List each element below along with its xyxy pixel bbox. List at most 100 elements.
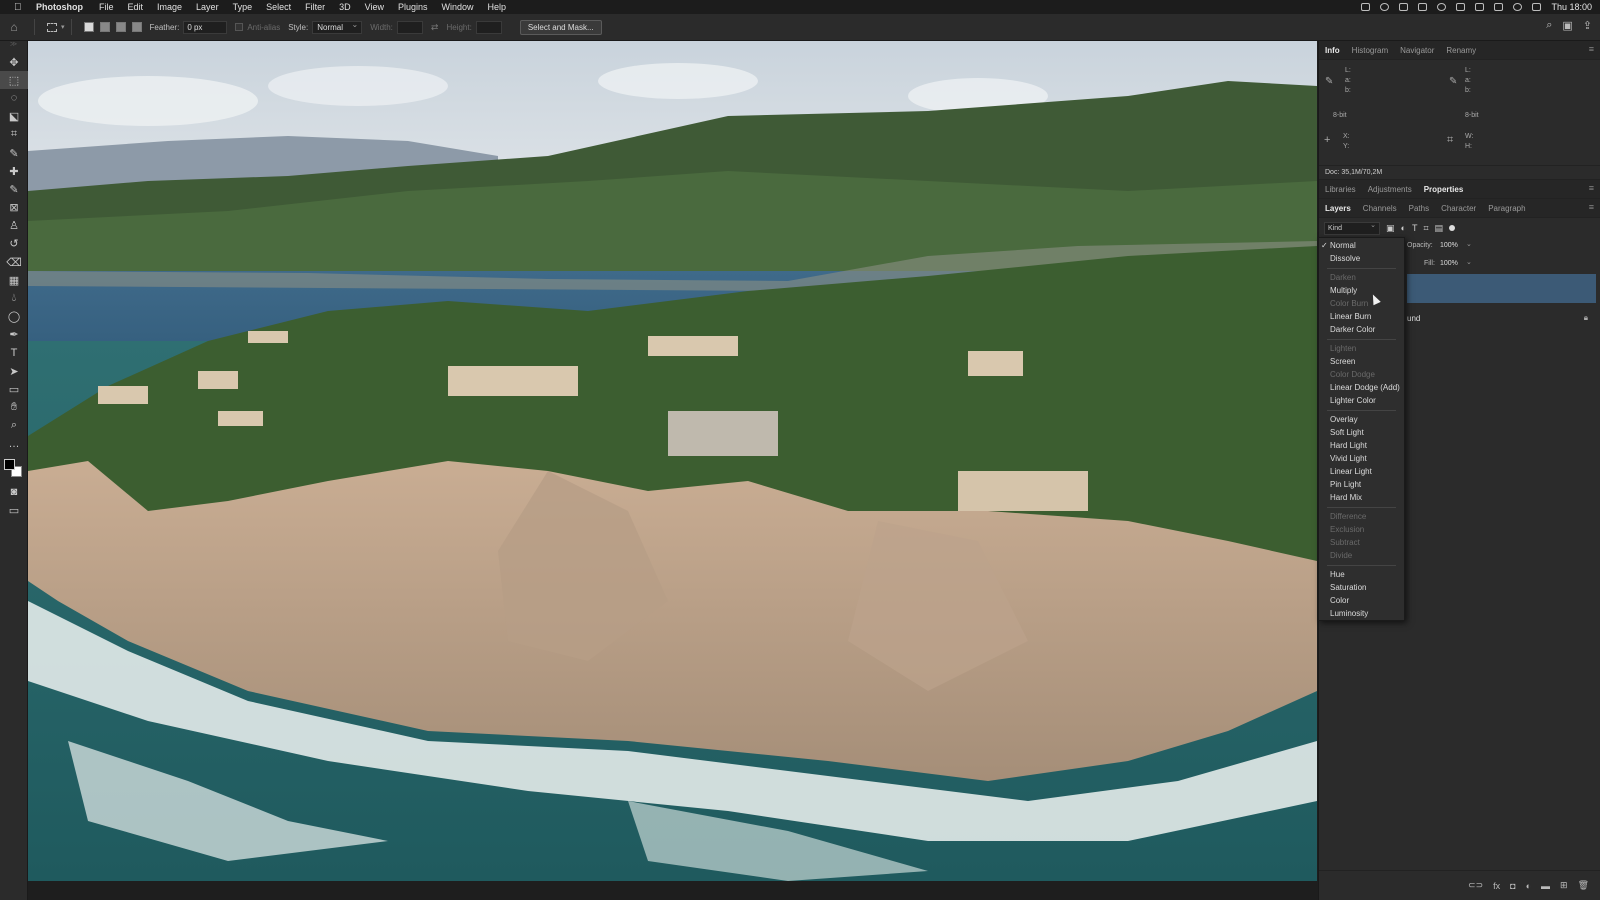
menu-photoshop[interactable]: Photoshop bbox=[36, 2, 83, 12]
tab-info[interactable]: Info bbox=[1325, 46, 1340, 55]
eyedropper-tool-icon[interactable]: ✎ bbox=[0, 144, 28, 162]
tab-character[interactable]: Character bbox=[1441, 204, 1476, 213]
menu-3d[interactable]: 3D bbox=[339, 2, 351, 12]
add-selection-icon[interactable] bbox=[99, 22, 110, 32]
blend-option-hue[interactable]: Hue bbox=[1319, 568, 1404, 581]
panel-menu-icon[interactable]: ≡ bbox=[1589, 44, 1594, 54]
swap-dimensions-icon[interactable]: ⇄ bbox=[431, 22, 439, 33]
path-selection-tool-icon[interactable]: ➤ bbox=[0, 362, 28, 380]
menu-type[interactable]: Type bbox=[233, 2, 253, 12]
trash-icon[interactable]: 🗑︎ bbox=[1578, 880, 1589, 891]
marquee-preset-icon[interactable] bbox=[47, 22, 57, 32]
menu-image[interactable]: Image bbox=[157, 2, 182, 12]
blend-option-pin-light[interactable]: Pin Light bbox=[1319, 478, 1404, 491]
blend-option-screen[interactable]: Screen bbox=[1319, 355, 1404, 368]
menu-view[interactable]: View bbox=[365, 2, 384, 12]
layer-row-background[interactable]: und 🔒︎ bbox=[1407, 307, 1596, 331]
intersect-selection-icon[interactable] bbox=[131, 22, 142, 32]
layer-row-selected[interactable] bbox=[1407, 274, 1596, 303]
blend-option-lighter-color[interactable]: Lighter Color bbox=[1319, 394, 1404, 407]
anti-alias-checkbox[interactable] bbox=[235, 23, 244, 31]
menu-plugins[interactable]: Plugins bbox=[398, 2, 428, 12]
blend-option-multiply[interactable]: Multiply bbox=[1319, 284, 1404, 297]
tab-adjustments[interactable]: Adjustments bbox=[1368, 185, 1412, 194]
move-tool-icon[interactable]: ✥ bbox=[0, 53, 28, 71]
fx-icon[interactable]: fx bbox=[1493, 881, 1500, 891]
height-input[interactable] bbox=[475, 20, 502, 34]
blend-option-linear-light[interactable]: Linear Light bbox=[1319, 465, 1404, 478]
chevron-down-icon[interactable]: ▾ bbox=[61, 23, 65, 31]
tab-libraries[interactable]: Libraries bbox=[1325, 185, 1356, 194]
object-selection-tool-icon[interactable]: ⬕ bbox=[0, 108, 28, 126]
link-layers-icon[interactable]: ⊂⊃ bbox=[1468, 880, 1483, 891]
home-icon[interactable]: ⌂ bbox=[0, 20, 28, 34]
battery-icon[interactable] bbox=[1494, 3, 1504, 11]
chevron-down-icon[interactable]: ⌄ bbox=[1466, 240, 1472, 248]
kind-filter-select[interactable]: Kind bbox=[1324, 221, 1380, 235]
dodge-tool-icon[interactable]: ◯ bbox=[0, 308, 28, 326]
document-canvas[interactable] bbox=[28, 41, 1317, 881]
screen-mode-icon[interactable]: ▭ bbox=[0, 501, 28, 519]
tab-paths[interactable]: Paths bbox=[1409, 204, 1429, 213]
menu-file[interactable]: File bbox=[99, 2, 114, 12]
new-group-icon[interactable]: ▬ bbox=[1541, 881, 1550, 891]
opacity-input[interactable]: 100% bbox=[1440, 242, 1458, 249]
menu-extra-icon[interactable] bbox=[1418, 3, 1428, 11]
tab-properties[interactable]: Properties bbox=[1424, 185, 1464, 194]
blend-option-dissolve[interactable]: Dissolve bbox=[1319, 252, 1404, 265]
clone-stamp-tool-icon[interactable]: ♙ bbox=[0, 217, 28, 235]
feather-input[interactable]: 0 px bbox=[183, 20, 228, 34]
blend-option-normal[interactable]: Normal bbox=[1319, 239, 1404, 252]
new-selection-icon[interactable] bbox=[83, 22, 94, 32]
foreground-color-swatch[interactable] bbox=[4, 459, 15, 471]
width-input[interactable] bbox=[396, 20, 423, 34]
tab-navigator[interactable]: Navigator bbox=[1400, 46, 1434, 55]
clock[interactable]: Thu 18:00 bbox=[1551, 2, 1592, 12]
rectangular-marquee-tool-icon[interactable]: ⬚ bbox=[0, 71, 28, 90]
blend-option-soft-light[interactable]: Soft Light bbox=[1319, 426, 1404, 439]
shape-filter-icon[interactable]: ⌗ bbox=[1423, 223, 1428, 234]
fill-input[interactable]: 100% bbox=[1440, 260, 1458, 267]
filter-toggle[interactable] bbox=[1449, 225, 1456, 231]
crop-tool-icon[interactable]: ⌗ bbox=[0, 126, 28, 144]
adjustment-layer-icon[interactable]: ◐ bbox=[1526, 881, 1531, 891]
wifi-icon[interactable] bbox=[1475, 3, 1485, 11]
history-brush-tool-icon[interactable]: ↺ bbox=[0, 235, 28, 253]
workspace-icon[interactable]: ▣ bbox=[1562, 19, 1572, 32]
apple-menu-icon[interactable]:  bbox=[14, 2, 36, 13]
frame-tool-icon[interactable]: ⊠ bbox=[0, 199, 28, 217]
screen-record-icon[interactable] bbox=[1361, 3, 1371, 11]
dropbox-icon[interactable] bbox=[1399, 3, 1409, 11]
creative-cloud-icon[interactable] bbox=[1380, 3, 1390, 11]
blend-option-vivid-light[interactable]: Vivid Light bbox=[1319, 452, 1404, 465]
smart-object-filter-icon[interactable]: ▤ bbox=[1435, 223, 1444, 234]
menu-help[interactable]: Help bbox=[488, 2, 507, 12]
share-icon[interactable]: ⇪ bbox=[1583, 19, 1592, 32]
blend-option-linear-dodge-add[interactable]: Linear Dodge (Add) bbox=[1319, 381, 1404, 394]
adjustment-filter-icon[interactable]: ◐ bbox=[1401, 223, 1406, 233]
blend-option-hard-light[interactable]: Hard Light bbox=[1319, 439, 1404, 452]
chevron-down-icon[interactable]: ⌄ bbox=[1466, 258, 1472, 266]
hand-tool-icon[interactable]: ✋︎ bbox=[0, 399, 28, 417]
select-and-mask-button[interactable]: Select and Mask... bbox=[519, 19, 602, 35]
menu-edit[interactable]: Edit bbox=[128, 2, 144, 12]
type-filter-icon[interactable]: T bbox=[1412, 223, 1418, 233]
add-mask-icon[interactable]: ◘ bbox=[1510, 881, 1515, 891]
zoom-tool-icon[interactable]: ⌕ bbox=[0, 417, 28, 435]
new-layer-icon[interactable]: ⊞ bbox=[1560, 880, 1568, 891]
style-select[interactable]: Normal bbox=[312, 20, 363, 34]
shape-tool-icon[interactable]: ▭ bbox=[0, 380, 28, 398]
control-center-icon[interactable] bbox=[1532, 3, 1542, 11]
tab-paragraph[interactable]: Paragraph bbox=[1488, 204, 1525, 213]
blur-tool-icon[interactable]: 💧︎ bbox=[0, 289, 28, 307]
blend-option-linear-burn[interactable]: Linear Burn bbox=[1319, 310, 1404, 323]
blend-option-color[interactable]: Color bbox=[1319, 594, 1404, 607]
spotlight-icon[interactable] bbox=[1513, 3, 1523, 11]
blend-option-saturation[interactable]: Saturation bbox=[1319, 581, 1404, 594]
tab-channels[interactable]: Channels bbox=[1363, 204, 1397, 213]
night-mode-icon[interactable] bbox=[1437, 3, 1447, 11]
blend-option-hard-mix[interactable]: Hard Mix bbox=[1319, 491, 1404, 504]
menu-select[interactable]: Select bbox=[266, 2, 291, 12]
brush-tool-icon[interactable]: ✎ bbox=[0, 180, 28, 198]
quick-mask-icon[interactable]: ◙ bbox=[0, 483, 28, 501]
